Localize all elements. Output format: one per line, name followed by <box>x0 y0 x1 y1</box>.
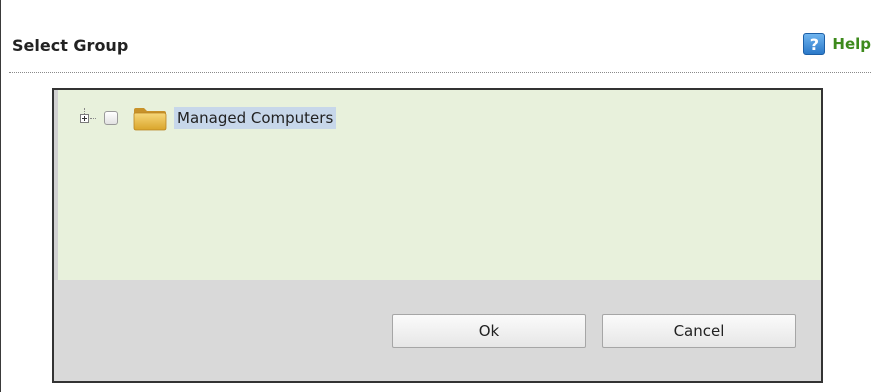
ok-button[interactable]: Ok <box>392 314 586 348</box>
folder-icon <box>132 105 168 131</box>
tree-connector-line <box>90 117 96 119</box>
help-label[interactable]: Help <box>832 35 871 53</box>
dialog-header: Select Group ? Help <box>1 0 871 72</box>
expand-plus-icon[interactable] <box>80 113 89 123</box>
dialog-title: Select Group <box>12 36 129 55</box>
tree-node-label[interactable]: Managed Computers <box>174 107 337 129</box>
cancel-button[interactable]: Cancel <box>602 314 796 348</box>
header-divider <box>9 72 871 73</box>
tree-expander-wrap[interactable] <box>80 107 96 123</box>
help-link[interactable]: ? Help <box>803 32 871 56</box>
select-group-dialog: Select Group ? Help Managed Computers Ok… <box>0 0 878 392</box>
node-checkbox[interactable] <box>104 111 118 125</box>
group-tree[interactable]: Managed Computers <box>54 90 821 280</box>
tree-node-managed-computers[interactable]: Managed Computers <box>80 104 337 132</box>
group-selection-panel: Managed Computers Ok Cancel <box>52 88 823 383</box>
help-question-icon[interactable]: ? <box>803 33 826 55</box>
